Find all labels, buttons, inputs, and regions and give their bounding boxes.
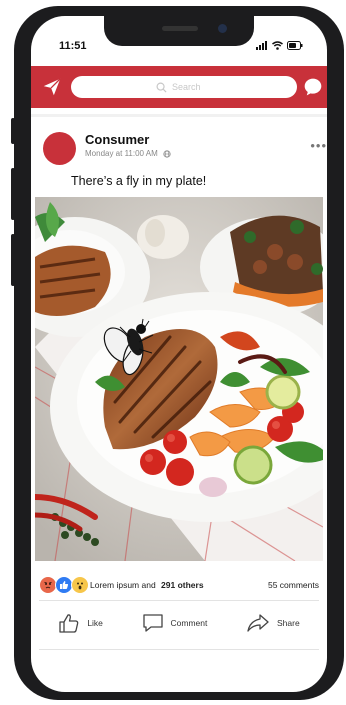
comment-icon [142,614,163,632]
signal-icon [256,41,267,50]
search-input[interactable] [172,82,212,92]
comment-label: Comment [170,618,208,628]
reactions-count: 291 others [161,580,204,590]
actions-divider [39,649,319,650]
avatar[interactable] [43,132,76,165]
search-icon [156,82,167,93]
food-photo-illustration [35,197,323,561]
share-button[interactable]: Share [246,613,300,633]
front-camera [218,24,227,33]
like-label: Like [87,618,103,628]
post-meta: Monday at 11:00 AM [85,149,171,158]
reactions-text[interactable]: Lorem ipsum and 291 others [90,580,204,590]
app-header [31,66,327,108]
header-shadow-divider [31,114,327,117]
share-label: Share [277,618,300,628]
reactions-label: Lorem ipsum and [90,580,156,590]
comments-count[interactable]: 55 comments [268,580,319,590]
chat-bubble-icon[interactable] [303,77,323,97]
comment-button[interactable]: Comment [142,613,208,633]
search-bar[interactable] [71,76,297,98]
post-header: Consumer Monday at 11:00 AM ••• [43,132,326,168]
phone-screen: 11:51 Consumer Monday at 11:00 AM ••• Th [31,16,327,692]
wifi-icon [272,41,283,50]
like-button[interactable]: Like [58,613,103,633]
reactions-summary[interactable]: Lorem ipsum and 291 others 55 comments [39,576,319,594]
send-icon[interactable] [41,76,63,98]
post-actions: Like Comment Share [39,606,319,640]
speaker [162,26,198,31]
share-icon [247,614,269,632]
reaction-emojis [39,576,89,594]
more-dots-icon[interactable]: ••• [310,138,327,153]
thumbs-up-icon [59,614,79,633]
phone-frame: 11:51 Consumer Monday at 11:00 AM ••• Th [14,6,344,700]
globe-icon [163,149,171,158]
post-text: There’s a fly in my plate! [71,174,207,188]
author-name[interactable]: Consumer [85,132,149,147]
status-time: 11:51 [59,40,87,52]
post-timestamp[interactable]: Monday at 11:00 AM [85,149,158,158]
wow-reaction-icon [71,576,89,594]
notch [104,16,254,46]
reactions-divider [39,600,319,601]
battery-icon [287,41,303,50]
post-photo[interactable] [35,197,323,561]
status-icons [256,41,303,50]
